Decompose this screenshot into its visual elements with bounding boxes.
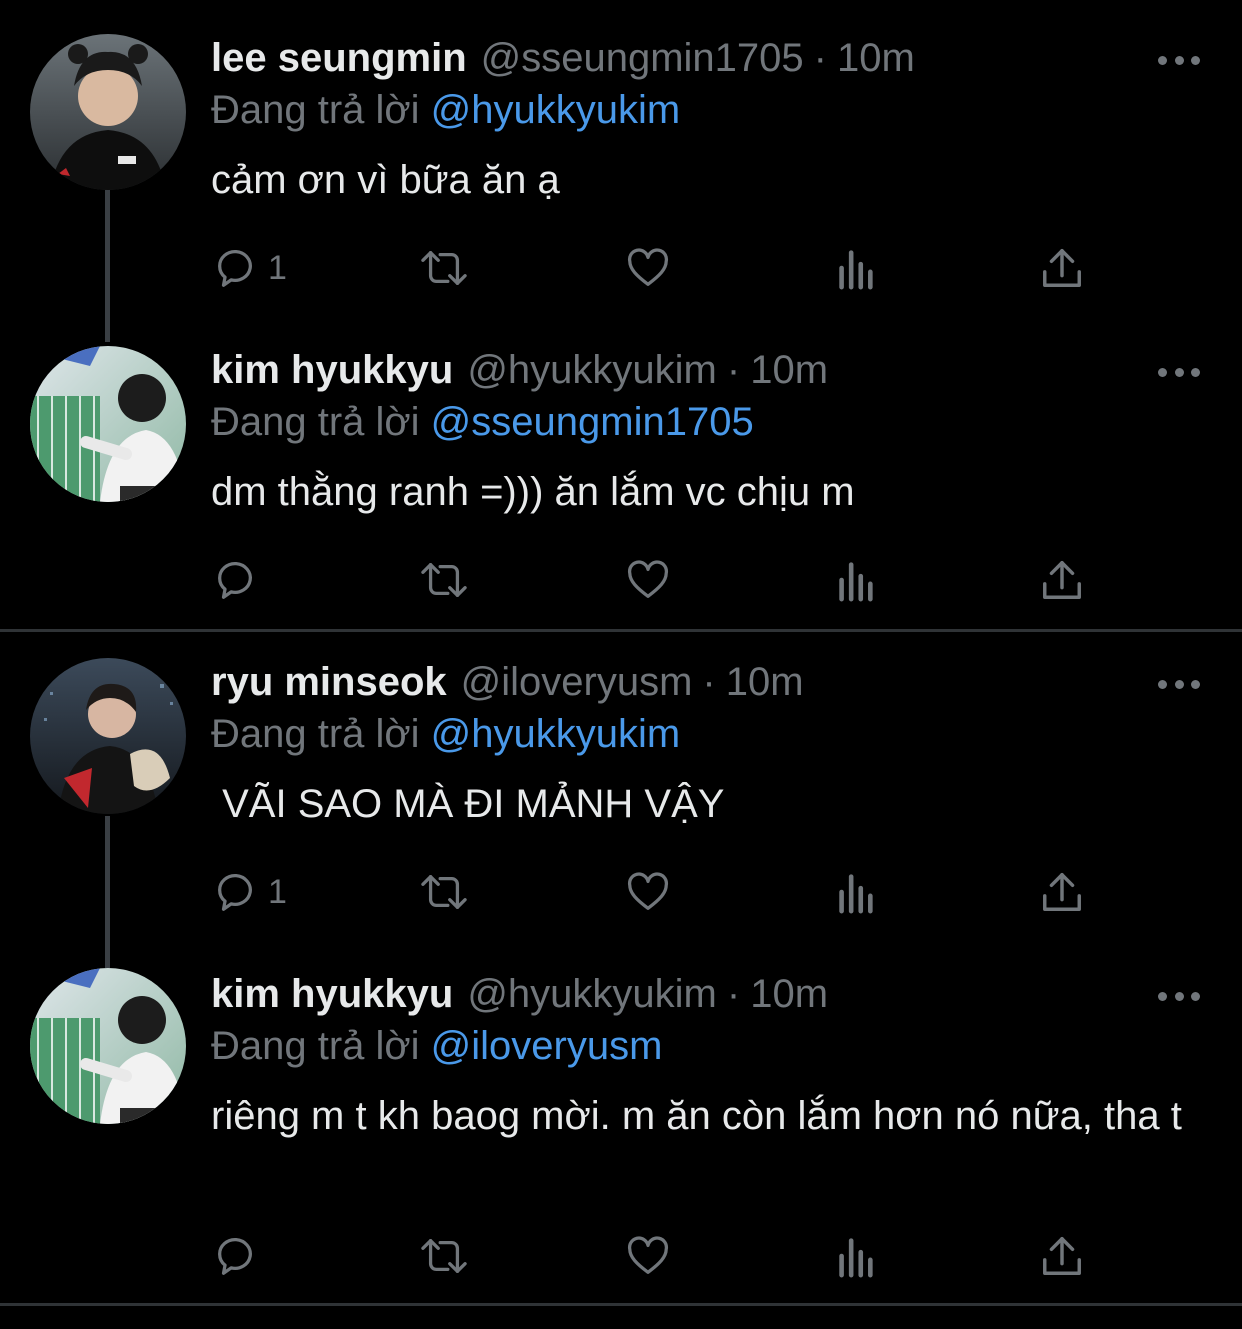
action-bar: [212, 556, 1092, 604]
more-icon[interactable]: [1158, 50, 1200, 70]
timestamp[interactable]: 10m: [750, 346, 828, 394]
share-icon: [1043, 561, 1081, 599]
replying-label: Đang trả lời: [211, 88, 420, 132]
replying-label: Đang trả lời: [211, 1024, 420, 1068]
action-bar: 1: [212, 868, 1092, 916]
reply-button[interactable]: [212, 1232, 268, 1280]
separator: ·: [726, 972, 741, 1016]
reply-icon: [218, 562, 252, 599]
replying-mention[interactable]: @sseungmin1705: [431, 400, 754, 444]
replying-to: Đang trả lời @hyukkyukim: [211, 86, 680, 134]
more-icon[interactable]: [1158, 362, 1200, 382]
display-name[interactable]: lee seungmin: [211, 34, 467, 82]
tweet-text: riêng m t kh baog mời. m ăn còn lắm hơn …: [211, 1094, 1182, 1138]
replying-to: Đang trả lời @iloveryusm: [211, 1022, 662, 1070]
avatar[interactable]: [30, 658, 186, 814]
tweet-text: cảm ơn vì bữa ăn ạ: [211, 158, 560, 202]
retweet-button[interactable]: [416, 1232, 472, 1280]
like-button[interactable]: [624, 1232, 672, 1280]
tweet[interactable]: lee seungmin @sseungmin1705 · 10m Đang t…: [0, 0, 1242, 342]
heart-icon: [627, 248, 669, 286]
avatar[interactable]: [30, 968, 186, 1124]
reply-icon: [218, 250, 252, 287]
reply-button[interactable]: [212, 556, 268, 604]
share-icon: [1043, 1237, 1081, 1275]
retweet-icon: [421, 251, 467, 285]
replying-mention[interactable]: @iloveryusm: [431, 1024, 663, 1068]
reply-icon: [218, 1238, 252, 1275]
tweet-text: dm thằng ranh =))) ăn lắm vc chịu m: [211, 470, 855, 514]
action-bar: [212, 1232, 1092, 1280]
views-icon: [839, 1238, 873, 1278]
replying-to: Đang trả lời @sseungmin1705: [211, 398, 754, 446]
share-icon: [1043, 873, 1081, 911]
reply-button[interactable]: 1: [212, 244, 287, 292]
reply-icon: [218, 874, 252, 911]
bottom-divider: [0, 1303, 1242, 1306]
tweet-header: lee seungmin @sseungmin1705 · 10m: [211, 34, 915, 82]
like-button[interactable]: [624, 556, 672, 604]
heart-icon: [627, 872, 669, 910]
user-handle[interactable]: @hyukkyukim: [467, 346, 717, 394]
timestamp[interactable]: 10m: [726, 658, 804, 706]
timestamp[interactable]: 10m: [837, 34, 915, 82]
more-icon[interactable]: [1158, 674, 1200, 694]
separator: ·: [702, 660, 716, 704]
share-button[interactable]: [1040, 244, 1084, 292]
views-button[interactable]: [834, 868, 876, 916]
separator: ·: [726, 348, 741, 392]
retweet-button[interactable]: [416, 556, 472, 604]
reply-count: 1: [268, 872, 287, 911]
views-button[interactable]: [834, 1232, 876, 1280]
user-handle[interactable]: @iloveryusm: [461, 658, 693, 706]
replying-label: Đang trả lời: [211, 400, 420, 444]
views-icon: [839, 250, 873, 290]
separator: ·: [813, 36, 827, 80]
tweet[interactable]: kim hyukkyu @hyukkyukim · 10m Đang trả l…: [0, 944, 1242, 1306]
display-name[interactable]: kim hyukkyu: [211, 346, 453, 394]
retweet-button[interactable]: [416, 244, 472, 292]
tweet-text: VÃI SAO MÀ ĐI MẢNH VẬY: [211, 782, 725, 826]
views-icon: [839, 874, 873, 914]
views-button[interactable]: [834, 244, 876, 292]
replying-label: Đang trả lời: [211, 712, 420, 756]
replying-mention[interactable]: @hyukkyukim: [431, 88, 681, 132]
tweet-header: kim hyukkyu @hyukkyukim · 10m: [211, 346, 828, 394]
heart-icon: [627, 560, 669, 598]
action-bar: 1: [212, 244, 1092, 292]
tweet-header: kim hyukkyu @hyukkyukim · 10m: [211, 970, 828, 1018]
replying-to: Đang trả lời @hyukkyukim: [211, 710, 680, 758]
views-button[interactable]: [834, 556, 876, 604]
display-name[interactable]: kim hyukkyu: [211, 970, 453, 1018]
user-handle[interactable]: @hyukkyukim: [467, 970, 717, 1018]
share-button[interactable]: [1040, 556, 1084, 604]
share-icon: [1043, 249, 1081, 287]
display-name[interactable]: ryu minseok: [211, 658, 447, 706]
reply-button[interactable]: 1: [212, 868, 287, 916]
like-button[interactable]: [624, 244, 672, 292]
avatar[interactable]: [30, 346, 186, 502]
retweet-button[interactable]: [416, 868, 472, 916]
share-button[interactable]: [1040, 1232, 1084, 1280]
tweet-header: ryu minseok @iloveryusm · 10m: [211, 658, 804, 706]
more-icon[interactable]: [1158, 986, 1200, 1006]
replying-mention[interactable]: @hyukkyukim: [431, 712, 681, 756]
reply-count: 1: [268, 248, 287, 287]
avatar[interactable]: [30, 34, 186, 190]
retweet-icon: [421, 1239, 467, 1273]
tweet[interactable]: kim hyukkyu @hyukkyukim · 10m Đang trả l…: [0, 320, 1242, 630]
retweet-icon: [421, 563, 467, 597]
share-button[interactable]: [1040, 868, 1084, 916]
user-handle[interactable]: @sseungmin1705: [481, 34, 804, 82]
like-button[interactable]: [624, 868, 672, 916]
heart-icon: [627, 1236, 669, 1274]
tweet[interactable]: ryu minseok @iloveryusm · 10m Đang trả l…: [0, 632, 1242, 968]
retweet-icon: [421, 875, 467, 909]
timestamp[interactable]: 10m: [750, 970, 828, 1018]
views-icon: [839, 562, 873, 602]
